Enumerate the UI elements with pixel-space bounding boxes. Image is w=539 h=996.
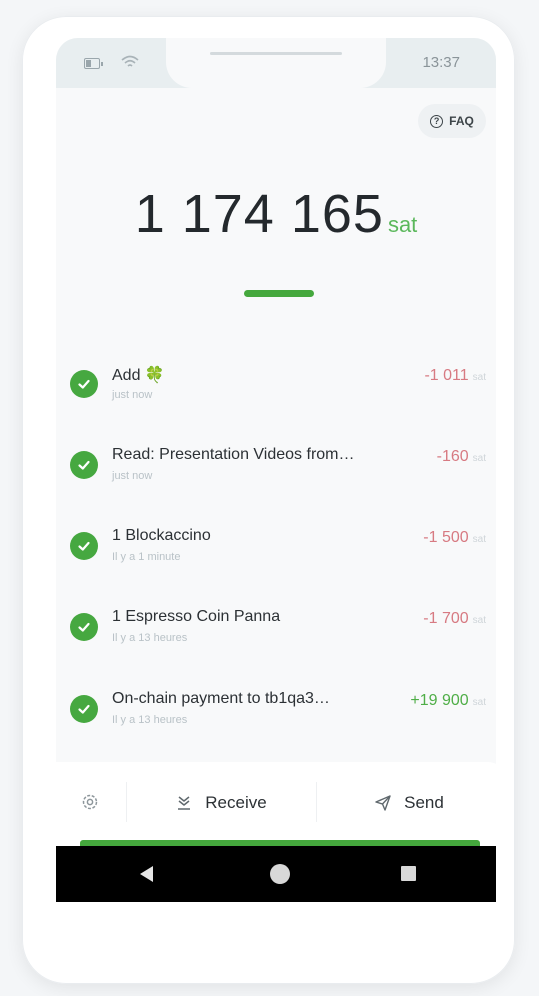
check-icon <box>70 370 98 398</box>
transaction-amount: -160 sat <box>436 448 486 465</box>
nav-recents-icon[interactable] <box>401 866 416 881</box>
receive-icon <box>178 796 191 810</box>
send-button[interactable]: Send <box>316 778 502 828</box>
notch <box>166 38 386 88</box>
balance-display: 1 174 165 sat <box>56 183 496 245</box>
faq-icon: ? <box>430 114 444 128</box>
transaction-amount: -1 011 sat <box>424 367 486 384</box>
transaction-amount: -1 500 sat <box>423 529 486 546</box>
check-icon <box>70 695 98 723</box>
transaction-time: just now <box>112 389 153 401</box>
receive-label: Receive <box>205 793 267 812</box>
status-time: 13:37 <box>422 54 460 71</box>
send-icon <box>375 795 391 811</box>
settings-icon[interactable] <box>80 792 100 812</box>
transaction-item[interactable]: On-chain payment to tb1qa3… Il y a 13 he… <box>56 683 496 743</box>
notch-speaker <box>210 52 342 55</box>
transaction-time: Il y a 13 heures <box>112 632 188 644</box>
balance-amount: 1 174 165 <box>134 184 384 244</box>
transaction-item[interactable]: Read: Presentation Videos from… just now… <box>56 439 496 499</box>
transaction-item[interactable]: Add 🍀 just now -1 011 sat <box>56 358 496 418</box>
transaction-time: Il y a 1 minute <box>112 551 181 563</box>
check-icon <box>70 613 98 641</box>
check-icon <box>70 451 98 479</box>
send-label: Send <box>404 793 444 812</box>
balance-unit: sat <box>387 212 418 237</box>
transaction-title: Read: Presentation Videos from… <box>112 446 355 463</box>
battery-icon <box>84 58 103 69</box>
balance-indicator <box>244 290 314 297</box>
faq-label: FAQ <box>449 114 474 128</box>
transaction-title: Add 🍀 <box>112 367 165 384</box>
faq-button[interactable]: ? FAQ <box>418 104 486 138</box>
nav-home-icon[interactable] <box>270 864 290 884</box>
transaction-time: just now <box>112 470 153 482</box>
receive-button[interactable]: Receive <box>126 778 316 828</box>
transaction-title: 1 Espresso Coin Panna <box>112 608 281 625</box>
transaction-amount: -1 700 sat <box>423 610 486 627</box>
transaction-amount: +19 900 sat <box>410 692 486 709</box>
transaction-time: Il y a 13 heures <box>112 714 188 726</box>
check-icon <box>70 532 98 560</box>
transaction-title: On-chain payment to tb1qa3… <box>112 690 330 707</box>
transaction-title: 1 Blockaccino <box>112 527 211 544</box>
nav-back-icon[interactable] <box>140 866 153 882</box>
transaction-item[interactable]: 1 Blockaccino Il y a 1 minute -1 500 sat <box>56 520 496 580</box>
wifi-icon <box>121 55 139 67</box>
transaction-item[interactable]: 1 Espresso Coin Panna Il y a 13 heures -… <box>56 601 496 661</box>
